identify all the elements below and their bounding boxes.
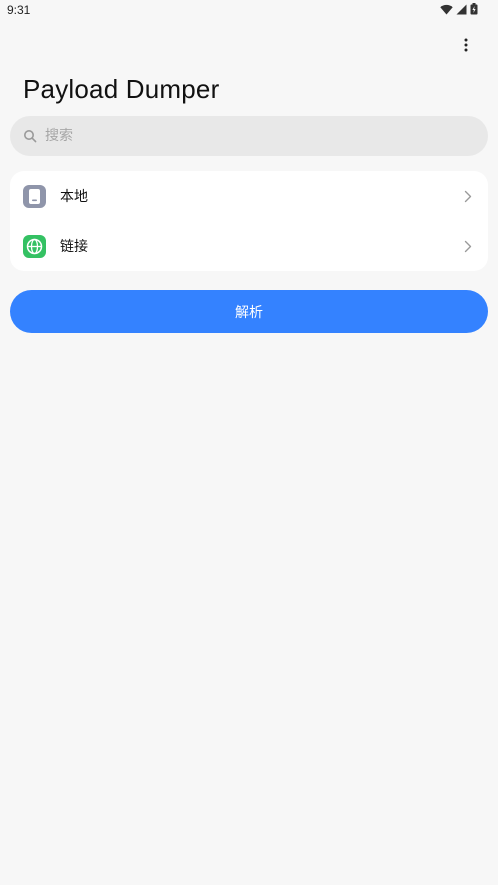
status-icons bbox=[440, 3, 478, 15]
source-list-card: 本地 链接 bbox=[10, 171, 488, 271]
battery-charging-icon bbox=[470, 3, 478, 15]
list-item-link[interactable]: 链接 bbox=[10, 221, 488, 271]
list-item-label: 本地 bbox=[60, 189, 88, 205]
wifi-icon bbox=[440, 4, 453, 15]
chevron-right-icon bbox=[462, 239, 474, 253]
more-options-button[interactable] bbox=[454, 34, 478, 58]
list-item-local[interactable]: 本地 bbox=[10, 171, 488, 221]
chevron-right-icon bbox=[462, 189, 474, 203]
search-input[interactable] bbox=[43, 127, 447, 145]
page-title: Payload Dumper bbox=[23, 74, 220, 104]
search-icon bbox=[22, 128, 38, 144]
phone-storage-icon bbox=[23, 184, 46, 208]
more-vertical-icon bbox=[464, 37, 468, 56]
parse-button[interactable]: 解析 bbox=[10, 290, 488, 333]
cellular-signal-icon bbox=[456, 4, 467, 15]
list-item-label: 链接 bbox=[60, 239, 88, 255]
globe-icon bbox=[23, 234, 46, 258]
status-bar: 9:31 bbox=[0, 0, 498, 22]
search-bar[interactable] bbox=[10, 116, 488, 156]
status-time: 9:31 bbox=[7, 3, 31, 17]
